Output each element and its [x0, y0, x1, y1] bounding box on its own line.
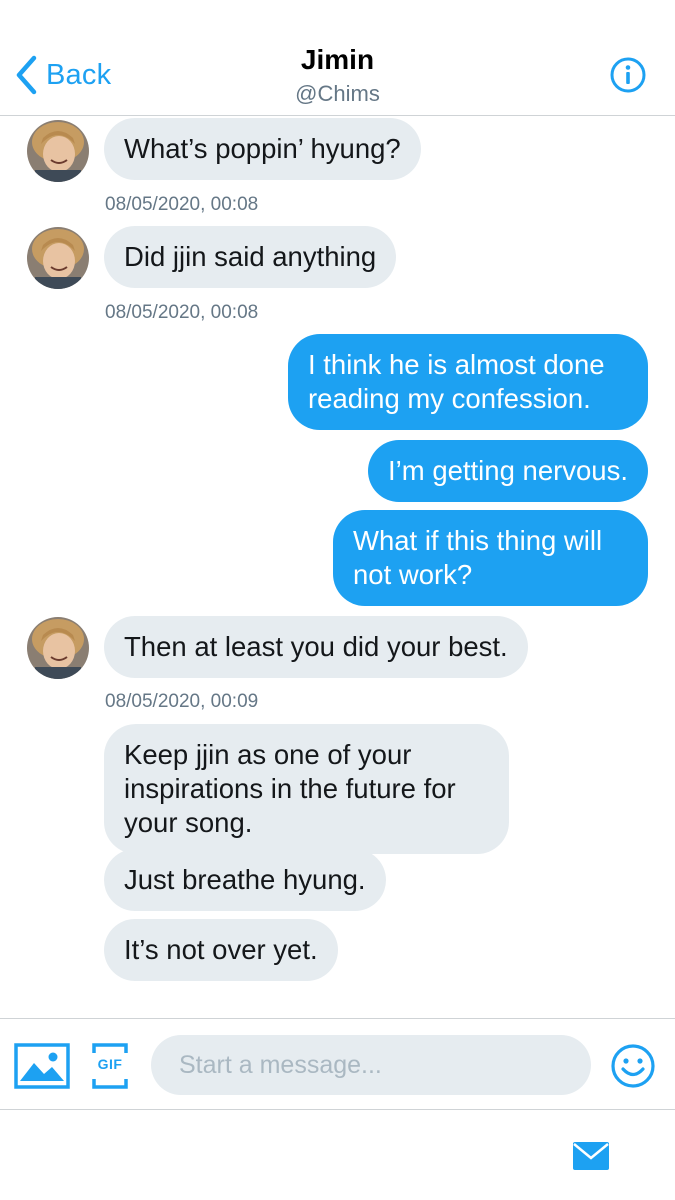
- incoming-message[interactable]: It’s not over yet.: [104, 919, 338, 981]
- gif-button[interactable]: GIF: [92, 1043, 128, 1089]
- contact-avatar[interactable]: [27, 617, 89, 679]
- contact-avatar[interactable]: [27, 227, 89, 289]
- smiley-icon[interactable]: [610, 1043, 656, 1089]
- message-timestamp: 08/05/2020, 00:08: [105, 302, 259, 323]
- outgoing-message[interactable]: I’m getting nervous.: [368, 440, 648, 502]
- avatar-photo: [27, 227, 89, 289]
- contact-name: Jimin: [300, 44, 375, 75]
- incoming-message[interactable]: Keep jjin as one of your inspirations in…: [104, 724, 509, 854]
- message-timestamp: 08/05/2020, 00:08: [105, 194, 259, 215]
- outgoing-message[interactable]: I think he is almost done reading my con…: [288, 334, 648, 430]
- avatar-photo: [27, 120, 89, 182]
- incoming-message[interactable]: Just breathe hyung.: [104, 849, 386, 911]
- message-composer: GIF: [0, 1018, 675, 1110]
- gif-label: GIF: [97, 1056, 123, 1072]
- contact-handle: @Chims: [295, 81, 380, 106]
- contact-avatar[interactable]: [27, 120, 89, 182]
- incoming-message[interactable]: What’s poppin’ hyung?: [104, 118, 421, 180]
- incoming-message[interactable]: Did jjin said anything: [104, 226, 397, 288]
- outgoing-message[interactable]: What if this thing will not work?: [333, 510, 648, 606]
- info-icon[interactable]: [610, 57, 646, 93]
- envelope-icon[interactable]: [573, 1140, 609, 1172]
- conversation-header: Back Jimin @Chims: [0, 0, 675, 116]
- message-input[interactable]: [151, 1035, 591, 1095]
- incoming-message[interactable]: Then at least you did your best.: [104, 616, 528, 678]
- image-icon[interactable]: [14, 1043, 70, 1089]
- avatar-photo: [27, 617, 89, 679]
- message-timestamp: 08/05/2020, 00:09: [105, 691, 259, 712]
